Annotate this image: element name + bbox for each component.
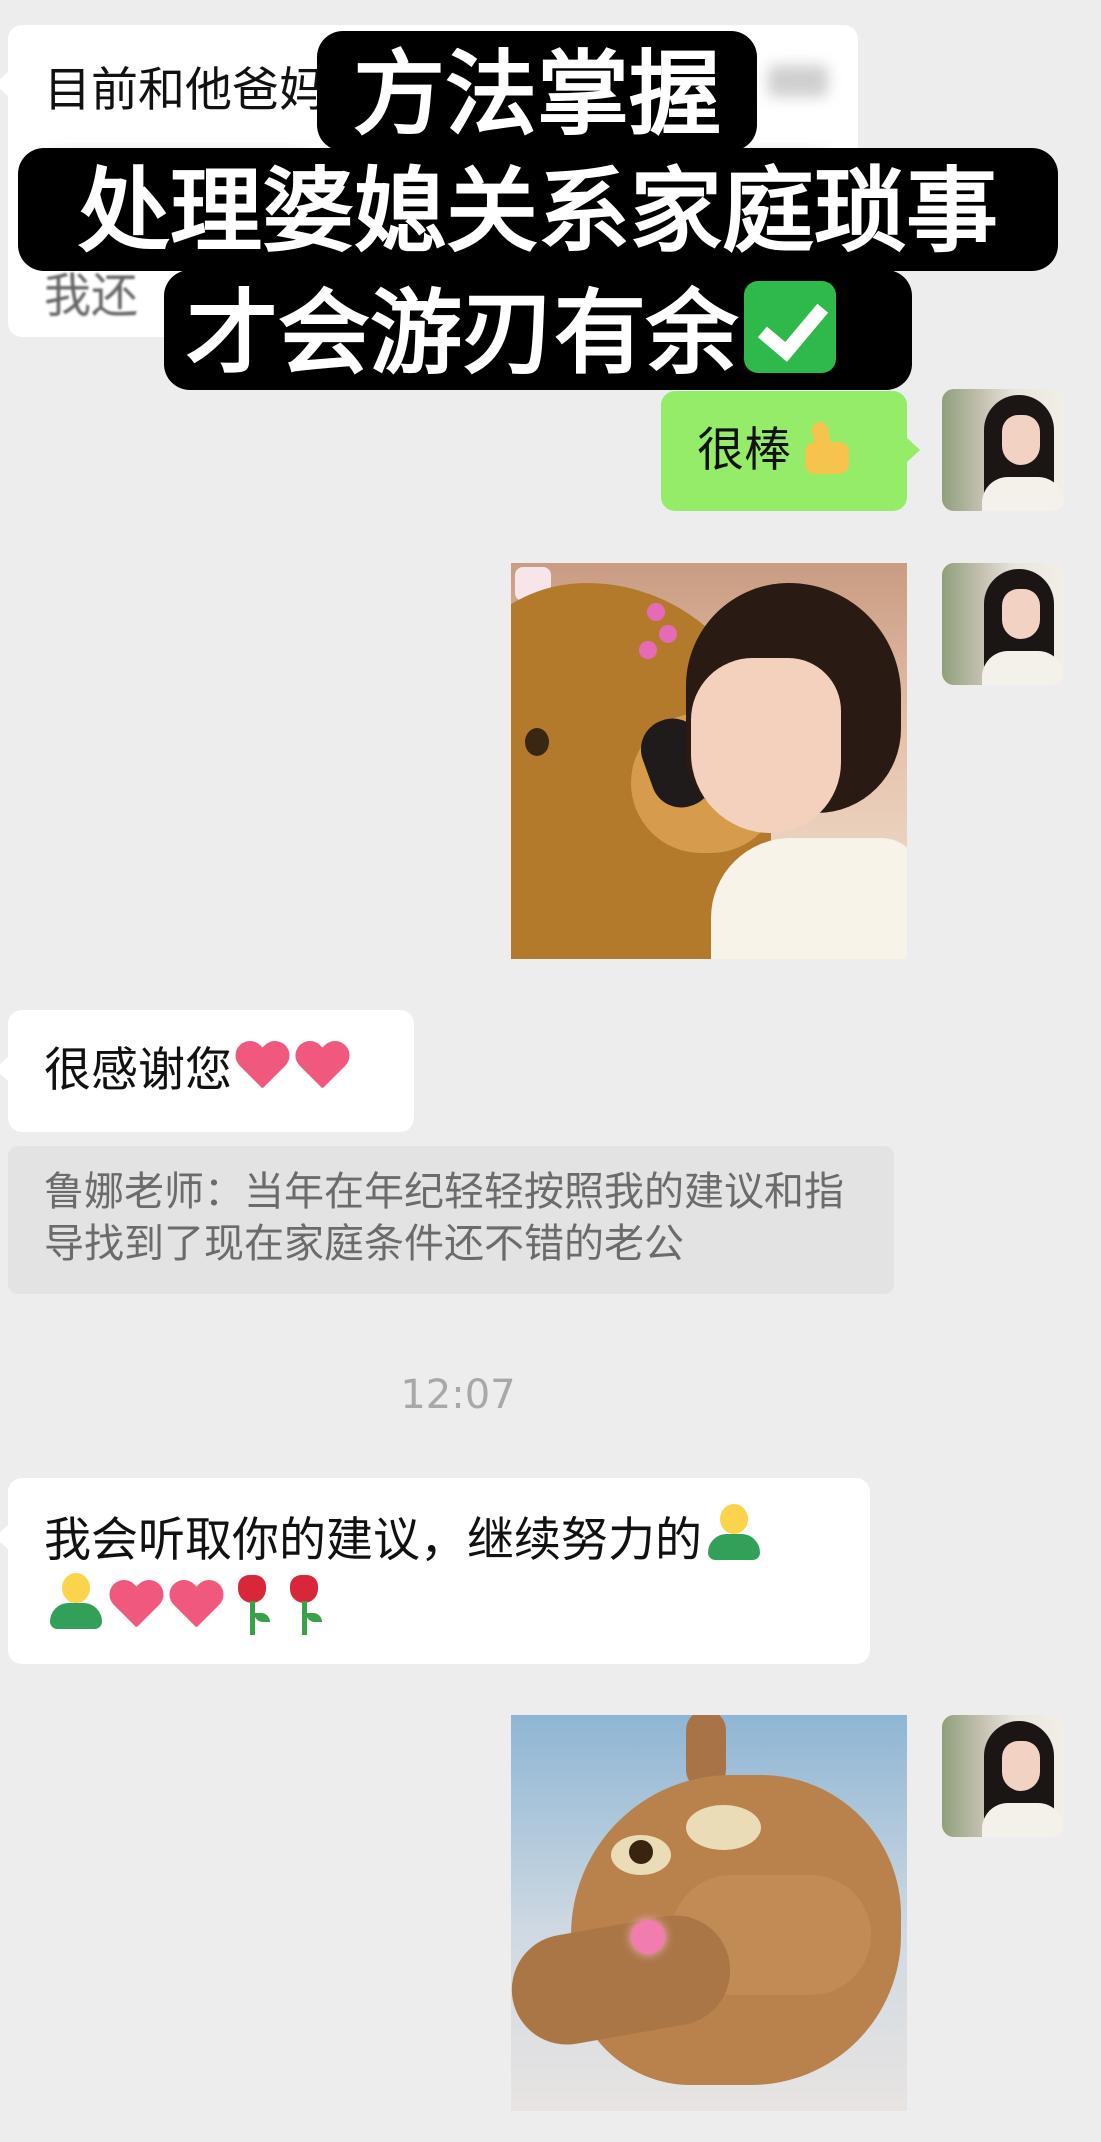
title-line-1: 方法掌握 <box>317 31 757 151</box>
avatar[interactable] <box>942 563 1064 685</box>
person-icon <box>704 1504 762 1564</box>
avatar[interactable] <box>942 389 1064 511</box>
quote-text: 鲁娜老师：当年在年纪轻轻按照我的建议和指导找到了现在家庭条件还不错的老公 <box>44 1169 844 1267</box>
message-text: 很感谢您 <box>44 1043 232 1098</box>
sticker-girl-and-bear[interactable] <box>511 563 907 959</box>
small-hearts-icon <box>639 603 679 663</box>
message-text: 很棒 <box>697 423 791 478</box>
title-line-3-text: 才会游刃有余 <box>186 280 739 387</box>
timestamp: 12:07 <box>400 1372 516 1418</box>
message-text: 目前和他爸妈 <box>44 63 326 118</box>
message-advice[interactable]: 我会听取你的建议，继续努力的 <box>0 1478 870 1664</box>
red-heart-icon <box>234 1042 290 1092</box>
avatar[interactable] <box>942 1715 1064 1837</box>
rose-icon <box>282 1575 326 1635</box>
message-line-1: 我会听取你的建议，继续努力的 <box>44 1504 850 1573</box>
message-text: 我会听取你的建议，继续努力的 <box>44 1513 702 1568</box>
title-line-3: 才会游刃有余 <box>164 270 912 390</box>
red-heart-icon <box>108 1581 164 1631</box>
check-mark-button-icon <box>744 281 837 373</box>
message-very-good[interactable]: 很棒 <box>661 391 920 511</box>
title-line-2: 处理婆媳关系家庭琐事 <box>18 148 1058 271</box>
pink-heart-icon <box>631 1920 665 1954</box>
message-line-2 <box>44 1573 850 1642</box>
red-heart-icon <box>294 1042 350 1092</box>
quoted-message[interactable]: 鲁娜老师：当年在年纪轻轻按照我的建议和指导找到了现在家庭条件还不错的老公 <box>8 1146 894 1294</box>
message-thanks[interactable]: 很感谢您 <box>0 1010 414 1132</box>
red-heart-icon <box>168 1581 224 1631</box>
rose-icon <box>230 1575 274 1635</box>
sticker-squirrel[interactable] <box>511 1715 907 2111</box>
blurred-text <box>768 65 828 97</box>
person-icon <box>46 1573 104 1633</box>
thumbs-up-icon <box>797 420 853 476</box>
message-text: 我还 <box>44 269 138 324</box>
